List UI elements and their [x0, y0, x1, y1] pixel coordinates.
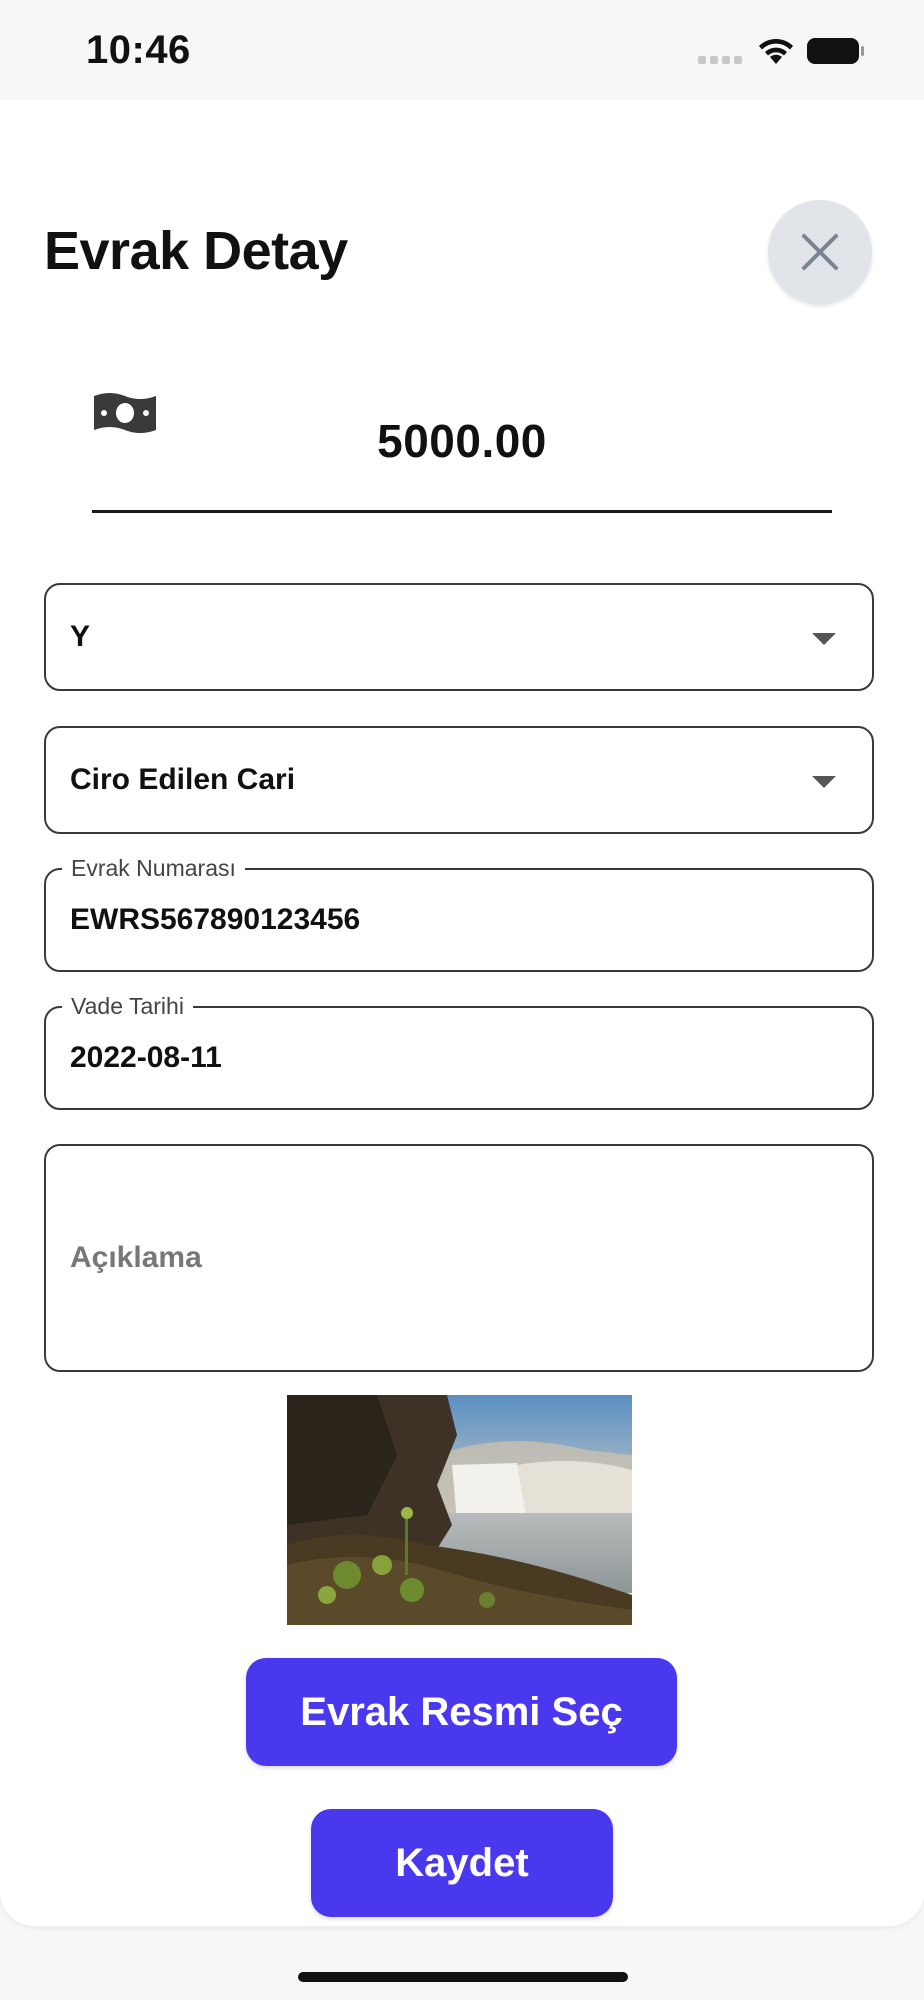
description-placeholder: Açıklama — [70, 1241, 202, 1274]
amount-value: 5000.00 — [377, 415, 547, 467]
due-date-field[interactable]: Vade Tarihi 2022-08-11 — [44, 992, 874, 1110]
account-select-value: Ciro Edilen Cari — [70, 763, 296, 796]
document-image-preview — [287, 1395, 632, 1625]
battery-icon — [807, 38, 864, 64]
type-select[interactable]: Y — [44, 583, 874, 691]
document-number-field[interactable]: Evrak Numarası EWRS567890123456 — [44, 854, 874, 972]
waterfall-photo — [287, 1395, 632, 1625]
document-detail-sheet: Evrak Detay 5000.00 Y Ciro Edilen Cari E… — [0, 100, 924, 1926]
cellular-signal-icon — [698, 56, 742, 64]
page-title: Evrak Detay — [44, 221, 348, 281]
type-select-value: Y — [70, 620, 91, 653]
status-time: 10:46 — [86, 28, 191, 72]
chevron-down-icon — [812, 776, 836, 788]
description-field[interactable]: Açıklama — [44, 1144, 874, 1372]
wifi-icon — [759, 38, 793, 64]
document-number-value: EWRS567890123456 — [70, 903, 361, 936]
document-number-label: Evrak Numarası — [62, 854, 245, 882]
due-date-label: Vade Tarihi — [62, 992, 193, 1020]
close-icon — [802, 234, 838, 270]
chevron-down-icon — [812, 633, 836, 645]
select-document-image-button[interactable]: Evrak Resmi Seç — [246, 1658, 677, 1766]
due-date-value: 2022-08-11 — [70, 1041, 222, 1074]
amount-field[interactable]: 5000.00 — [92, 390, 832, 513]
status-bar: 10:46 — [0, 0, 924, 100]
save-button[interactable]: Kaydet — [311, 1809, 613, 1917]
home-indicator[interactable] — [298, 1972, 628, 1982]
account-select[interactable]: Ciro Edilen Cari — [44, 726, 874, 834]
close-button[interactable] — [768, 200, 872, 304]
